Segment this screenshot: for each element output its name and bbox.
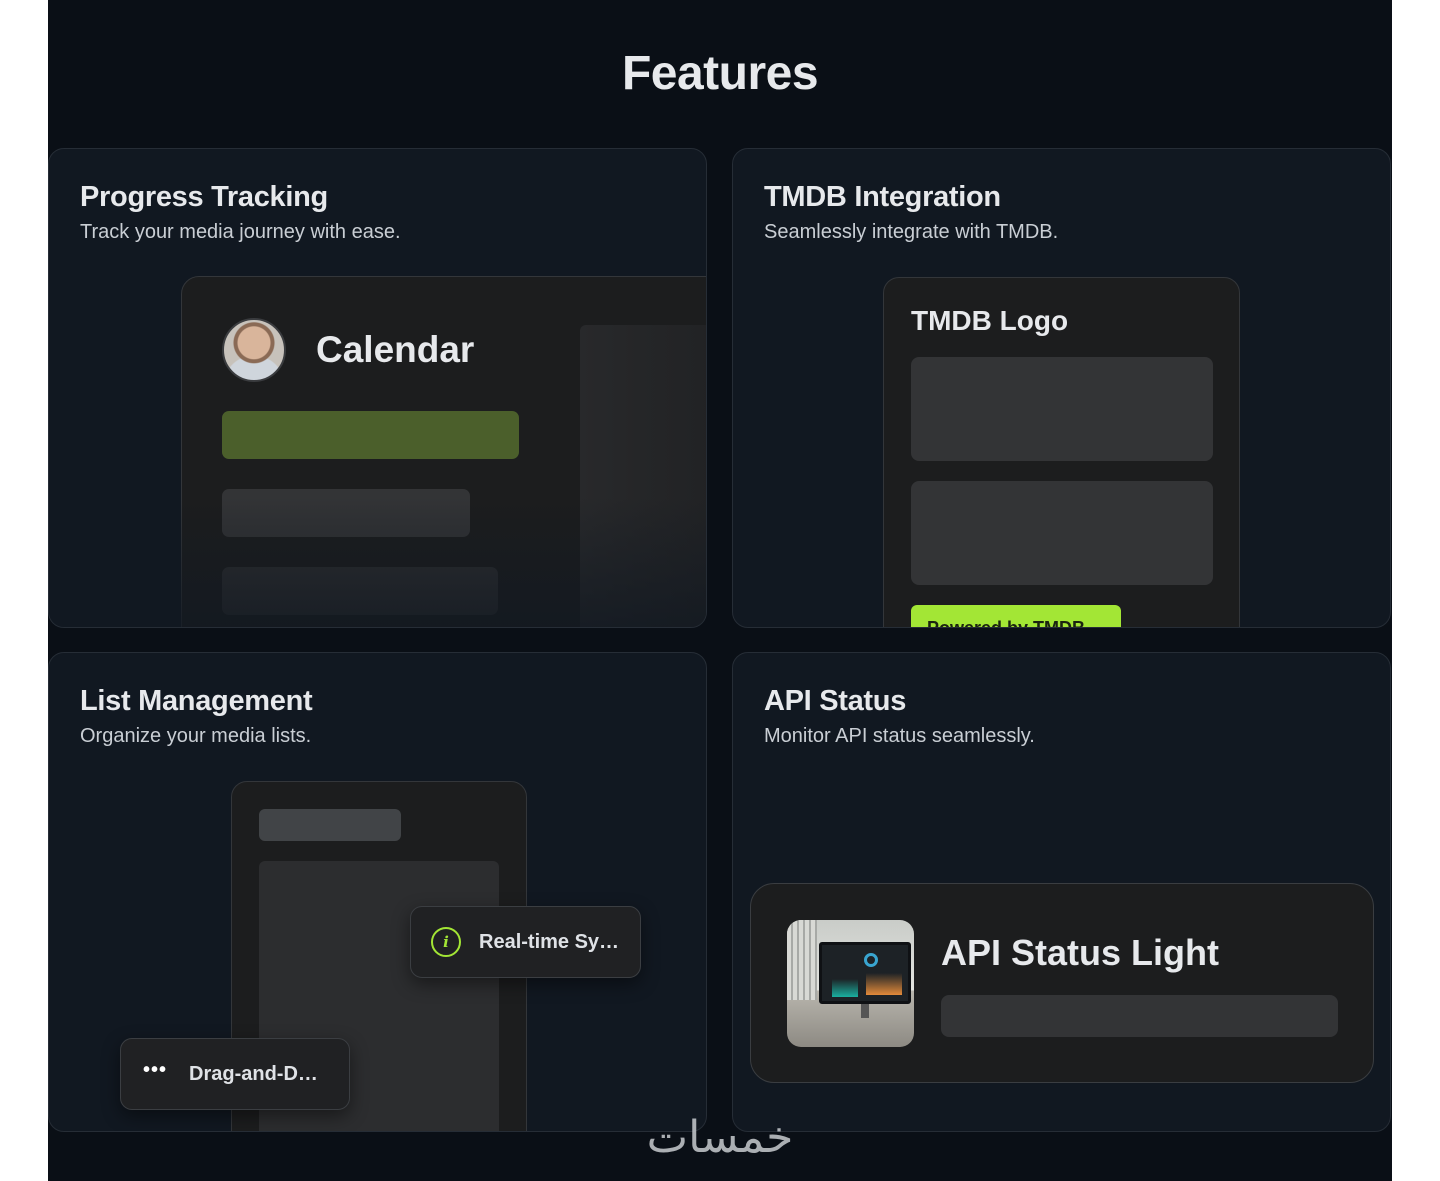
- monitor-stand: [861, 1004, 869, 1018]
- feature-card-progress-tracking: Progress Tracking Track your media journ…: [48, 148, 707, 628]
- api-dashboard-thumbnail: [787, 920, 914, 1047]
- avatar: [222, 318, 286, 382]
- card-description: Organize your media lists.: [80, 725, 312, 747]
- placeholder-block: [911, 481, 1213, 585]
- feature-card-tmdb-integration: TMDB Integration Seamlessly integrate wi…: [732, 148, 1391, 628]
- toast-label: Real-time Sy…: [479, 930, 620, 953]
- drag-and-drop-toast[interactable]: ••• Drag-and-D…: [120, 1038, 350, 1110]
- calendar-title: Calendar: [316, 329, 475, 370]
- list-header-placeholder: [259, 809, 401, 841]
- card-title: TMDB Integration: [764, 181, 1001, 213]
- feature-card-api-status: API Status Monitor API status seamlessly…: [732, 652, 1391, 1132]
- bottom-fade: [49, 497, 706, 627]
- watermark-logo: خمسات: [646, 1112, 794, 1163]
- feature-card-list-management: List Management Organize your media list…: [48, 652, 707, 1132]
- placeholder-bar: [941, 995, 1338, 1037]
- card-title: List Management: [80, 685, 313, 717]
- features-section: Features Progress Tracking Track your me…: [48, 0, 1392, 1181]
- card-title: Progress Tracking: [80, 181, 328, 213]
- more-dots-icon: •••: [143, 1058, 168, 1081]
- card-description: Seamlessly integrate with TMDB.: [764, 221, 1059, 243]
- card-description: Track your media journey with ease.: [80, 221, 401, 243]
- powered-by-tmdb-badge[interactable]: Powered by TMDB: [911, 605, 1121, 627]
- placeholder-block: [911, 357, 1213, 461]
- api-status-mockup: API Status Light: [750, 883, 1374, 1083]
- realtime-sync-toast[interactable]: i Real-time Sy…: [410, 906, 641, 978]
- progress-bar-highlight: [222, 411, 519, 459]
- card-title: API Status: [764, 685, 907, 717]
- tmdb-logo-title: TMDB Logo: [911, 305, 1069, 336]
- card-description: Monitor API status seamlessly.: [764, 725, 1035, 747]
- api-status-title: API Status Light: [941, 932, 1219, 973]
- window-blinds: [787, 920, 817, 1000]
- info-icon: i: [431, 927, 461, 957]
- monitor-icon: [819, 942, 911, 1004]
- tmdb-mockup: TMDB Logo Powered by TMDB: [883, 277, 1240, 627]
- toast-label: Drag-and-D…: [189, 1062, 318, 1085]
- page-title: Features: [621, 47, 819, 100]
